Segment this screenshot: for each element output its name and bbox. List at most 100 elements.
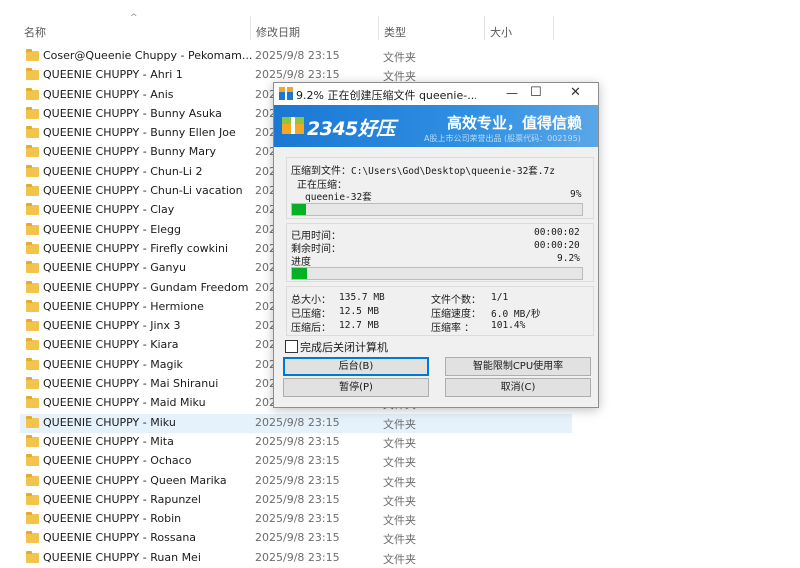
item-progress-fill bbox=[292, 204, 307, 215]
folder-row[interactable]: QUEENIE CHUPPY - Ochaco 2025/9/8 23:15 文件夹 bbox=[0, 452, 800, 471]
overall-progress-bar bbox=[291, 267, 583, 280]
item-type: 文件夹 bbox=[383, 456, 416, 470]
after-size-value: 12.7 MB bbox=[339, 320, 380, 331]
pause-button[interactable]: 暂停(P) bbox=[283, 378, 429, 397]
modified-date: 2025/9/8 23:15 bbox=[255, 550, 340, 564]
folder-row[interactable]: Coser@Queenie Chuppy - Pekomam... 2025/9/… bbox=[0, 47, 800, 66]
column-divider[interactable] bbox=[378, 16, 379, 40]
ratio-label: 压缩率 ： bbox=[431, 323, 475, 334]
minimize-button[interactable]: — bbox=[506, 86, 518, 100]
modified-date: 2025/9/8 23:15 bbox=[255, 434, 340, 448]
total-size-value: 135.7 MB bbox=[339, 292, 385, 303]
folder-row[interactable]: QUEENIE CHUPPY - Robin 2025/9/8 23:15 文件夹 bbox=[0, 510, 800, 529]
folder-name: QUEENIE CHUPPY - Chun-Li 2 bbox=[43, 164, 203, 178]
folder-icon bbox=[26, 280, 39, 293]
folder-row[interactable]: QUEENIE CHUPPY - Queen Marika 2025/9/8 23… bbox=[0, 472, 800, 491]
folder-name: Coser@Queenie Chuppy - Pekomam... bbox=[43, 49, 253, 62]
background-button[interactable]: 后台(B) bbox=[283, 357, 429, 376]
folder-name: QUEENIE CHUPPY - Jinx 3 bbox=[43, 319, 181, 333]
speed-value: 6.0 MB/秒 bbox=[491, 309, 541, 320]
folder-name: QUEENIE CHUPPY - Mai Shiranui bbox=[43, 377, 219, 391]
folder-icon bbox=[26, 492, 39, 505]
column-size[interactable]: 大小 bbox=[490, 24, 512, 40]
column-date[interactable]: 修改日期 bbox=[256, 24, 300, 40]
folder-icon bbox=[26, 454, 39, 467]
modified-date: 2025/9/8 23:15 bbox=[255, 49, 340, 62]
column-divider[interactable] bbox=[553, 16, 554, 40]
folder-icon bbox=[26, 473, 39, 486]
folder-name: QUEENIE CHUPPY - Gundam Freedom bbox=[43, 280, 249, 294]
folder-name: QUEENIE CHUPPY - Queen Marika bbox=[43, 473, 227, 487]
folder-icon bbox=[26, 203, 39, 216]
folder-icon bbox=[26, 126, 39, 139]
folder-name: QUEENIE CHUPPY - Robin bbox=[43, 512, 182, 526]
stats-panel: 总大小： 135.7 MB 文件个数： 1/1 已压缩： 12.5 MB 压缩速… bbox=[286, 286, 594, 336]
item-type: 文件夹 bbox=[383, 514, 416, 528]
progress-value: 9.2% bbox=[557, 253, 580, 264]
overall-progress-fill bbox=[292, 268, 307, 279]
speed-label: 压缩速度： bbox=[431, 309, 481, 320]
folder-icon bbox=[26, 241, 39, 254]
dialog-title: 9.2% 正在创建压缩文件 queenie-... bbox=[296, 89, 476, 102]
folder-row[interactable]: QUEENIE CHUPPY - Ruan Mei 2025/9/8 23:15 文… bbox=[0, 549, 800, 568]
dialog-titlebar[interactable]: 9.2% 正在创建压缩文件 queenie-... — ☐ ✕ bbox=[274, 83, 598, 105]
folder-name: QUEENIE CHUPPY - Anis bbox=[43, 87, 174, 101]
folder-name: QUEENIE CHUPPY - Bunny Mary bbox=[43, 145, 216, 159]
folder-icon bbox=[26, 396, 39, 409]
folder-icon bbox=[26, 145, 39, 158]
sort-ascending-icon: ^ bbox=[130, 13, 138, 23]
folder-icon bbox=[26, 434, 39, 447]
progress-label: 进度 bbox=[291, 257, 311, 268]
target-file-path: C:\Users\God\Desktop\queenie-32套.7z bbox=[351, 166, 555, 177]
brand-name: 2345好压 bbox=[307, 118, 395, 140]
folder-name: QUEENIE CHUPPY - Ruan Mei bbox=[43, 550, 201, 564]
item-type: 文件夹 bbox=[383, 494, 416, 508]
folder-name: QUEENIE CHUPPY - Ahri 1 bbox=[43, 68, 183, 82]
folder-icon bbox=[26, 338, 39, 351]
item-type: 文件夹 bbox=[383, 436, 416, 450]
shutdown-label[interactable]: 完成后关闭计算机 bbox=[300, 339, 388, 355]
folder-name: QUEENIE CHUPPY - Elegg bbox=[43, 222, 181, 236]
column-type[interactable]: 类型 bbox=[384, 24, 406, 40]
modified-date: 2025/9/8 23:15 bbox=[255, 531, 340, 545]
folder-icon bbox=[26, 357, 39, 370]
folder-name: QUEENIE CHUPPY - Bunny Asuka bbox=[43, 106, 222, 120]
close-button[interactable]: ✕ bbox=[570, 85, 581, 100]
total-size-label: 总大小： bbox=[291, 295, 331, 306]
folder-icon bbox=[26, 68, 39, 81]
brand-slogan: 高效专业，值得信赖 bbox=[447, 114, 583, 132]
column-divider[interactable] bbox=[250, 16, 251, 40]
maximize-button[interactable]: ☐ bbox=[530, 85, 542, 100]
folder-name: QUEENIE CHUPPY - Miku bbox=[43, 415, 176, 429]
folder-icon bbox=[26, 377, 39, 390]
file-count-value: 1/1 bbox=[491, 292, 509, 303]
haozip-logo-icon bbox=[282, 117, 304, 134]
compressed-label: 已压缩： bbox=[291, 309, 331, 320]
folder-row[interactable]: QUEENIE CHUPPY - Rapunzel 2025/9/8 23:15 文… bbox=[0, 491, 800, 510]
folder-row[interactable]: QUEENIE CHUPPY - Rossana 2025/9/8 23:15 文件… bbox=[0, 529, 800, 548]
folder-row[interactable]: QUEENIE CHUPPY - Miku 2025/9/8 23:15 文件夹 bbox=[20, 413, 572, 433]
item-type: 文件夹 bbox=[383, 475, 416, 489]
current-item: queenie-32套 bbox=[305, 192, 372, 203]
modified-date: 2025/9/8 23:15 bbox=[255, 454, 340, 468]
stock-info: A股上市公司荣誉出品 (股票代码：002195) bbox=[424, 134, 581, 143]
folder-name: QUEENIE CHUPPY - Rapunzel bbox=[43, 492, 201, 506]
file-list-header: ^ 名称 修改日期 类型 大小 bbox=[0, 0, 800, 40]
folder-name: QUEENIE CHUPPY - Firefly cowkini bbox=[43, 241, 229, 255]
folder-name: QUEENIE CHUPPY - Kiara bbox=[43, 338, 179, 352]
folder-row[interactable]: QUEENIE CHUPPY - Mita 2025/9/8 23:15 文件夹 bbox=[0, 433, 800, 452]
folder-name: QUEENIE CHUPPY - Hermione bbox=[43, 299, 204, 313]
modified-date: 2025/9/8 23:15 bbox=[255, 68, 340, 82]
shutdown-checkbox[interactable] bbox=[285, 340, 298, 353]
folder-name: QUEENIE CHUPPY - Rossana bbox=[43, 531, 197, 545]
cpu-limit-button[interactable]: 智能限制CPU使用率 bbox=[445, 357, 591, 376]
folder-name: QUEENIE CHUPPY - Ochaco bbox=[43, 454, 192, 468]
after-size-label: 压缩后： bbox=[291, 323, 331, 334]
cancel-button[interactable]: 取消(C) bbox=[445, 378, 591, 397]
folder-name: QUEENIE CHUPPY - Ganyu bbox=[43, 261, 186, 275]
folder-icon bbox=[26, 415, 39, 428]
column-name[interactable]: 名称 bbox=[24, 24, 46, 40]
file-count-label: 文件个数： bbox=[431, 295, 481, 306]
folder-name: QUEENIE CHUPPY - Chun-Li vacation bbox=[43, 184, 243, 198]
column-divider[interactable] bbox=[484, 16, 485, 40]
